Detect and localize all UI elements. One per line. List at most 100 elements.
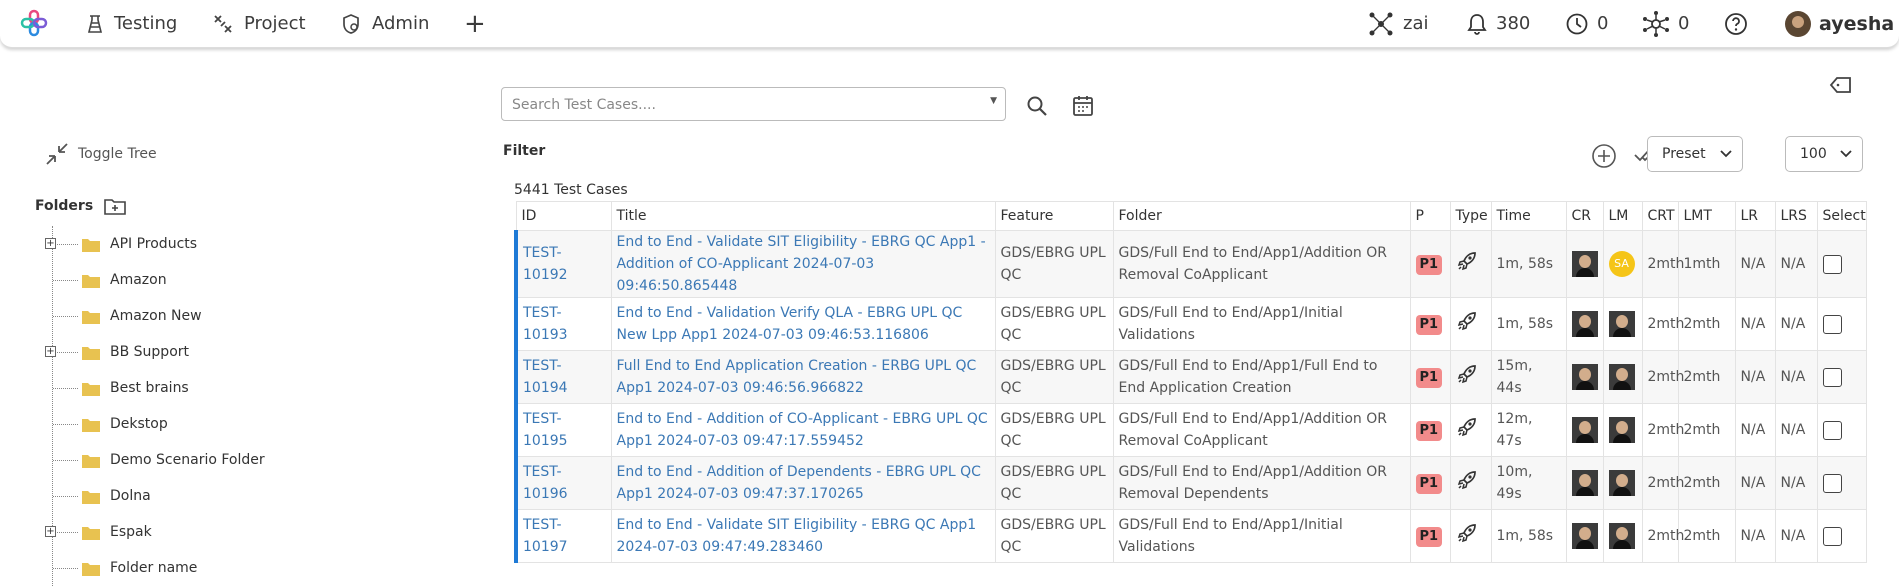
created-time-cell: 2mth [1641,403,1684,457]
test-title-link[interactable]: End to End - Addition of CO-Applicant - … [610,403,996,457]
nav-admin[interactable]: Admin [340,0,429,47]
test-title-link[interactable]: End to End - Validation Verify QLA - EBR… [610,297,996,351]
table-row[interactable]: TEST-10196 End to End - Addition of Depen… [514,456,1867,510]
table-row[interactable]: TEST-10195 End to End - Addition of CO-Ap… [514,403,1867,457]
table-row[interactable]: TEST-10194 Full End to End Application Cr… [514,350,1867,404]
type-cell [1449,403,1492,457]
test-title-link[interactable]: End to End - Validate SIT Eligibility - … [610,509,996,563]
select-checkbox[interactable] [1822,254,1842,274]
search-test-cases[interactable]: ▼ [501,87,1006,121]
folder-icon [82,275,100,288]
creator-cell [1565,509,1604,563]
test-id-link[interactable]: TEST-10195 [514,403,612,457]
column-header[interactable]: ID [515,201,612,231]
creator-cell [1565,403,1604,457]
last-modifier-avatar [1608,470,1635,496]
tag-icon[interactable] [1829,75,1853,99]
expand-icon[interactable]: + [45,526,56,537]
toggle-tree-label: Toggle Tree [78,146,157,162]
folders-title: Folders [35,198,94,214]
last-modifier-avatar [1608,311,1635,337]
search-button[interactable] [1026,95,1048,121]
creator-avatar [1571,470,1598,496]
test-title-link[interactable]: End to End - Validate SIT Eligibility - … [610,230,996,298]
folder-cell: GDS/Full End to End/App1/Addition OR Rem… [1112,230,1411,298]
type-cell [1449,456,1492,510]
folder-label: BB Support [110,344,190,360]
column-header[interactable]: Feature [994,201,1114,231]
toggle-tree-button[interactable]: Toggle Tree [44,141,157,167]
last-run-status-cell: N/A [1774,509,1818,563]
table-row[interactable]: TEST-10197 End to End - Validate SIT Elig… [514,509,1867,563]
calendar-button[interactable] [1072,94,1094,122]
zai-menu[interactable]: zai [1367,0,1428,47]
tree-connector [53,316,78,317]
feature-cell: GDS/EBRG UPL QC [994,456,1114,510]
add-test-case-button[interactable] [1591,143,1617,173]
select-checkbox[interactable] [1822,367,1842,387]
tree-connector [53,496,78,497]
test-title-link[interactable]: Full End to End Application Creation - E… [610,350,996,404]
column-header[interactable]: LR [1734,201,1776,231]
nav-project[interactable]: Project [212,0,306,47]
select-checkbox[interactable] [1822,473,1842,493]
column-header[interactable]: Select [1816,201,1867,231]
folder-cell: GDS/Full End to End/App1/Addition OR Rem… [1112,456,1411,510]
test-id-link[interactable]: TEST-10197 [514,509,612,563]
creator-cell [1565,350,1604,404]
test-case-count: 5441 Test Cases [514,182,628,198]
type-cell [1449,350,1492,404]
app-logo-icon[interactable] [20,9,48,41]
test-title-link[interactable]: End to End - Addition of Dependents - EB… [610,456,996,510]
type-cell [1449,230,1492,298]
select-checkbox[interactable] [1822,314,1842,334]
select-checkbox[interactable] [1822,526,1842,546]
column-header[interactable]: Folder [1112,201,1411,231]
page-size-select[interactable]: 100 [1785,136,1863,172]
column-header[interactable]: LRS [1774,201,1818,231]
plus-icon: + [464,8,486,39]
column-header[interactable]: Type [1449,201,1492,231]
folder-label: Amazon New [110,308,202,324]
clock-button[interactable]: 0 [1565,0,1608,47]
notifications-button[interactable]: 380 [1466,0,1530,47]
plus-circle-icon [1592,144,1616,168]
user-menu[interactable]: ayesha [1785,0,1894,47]
network-button[interactable]: 0 [1642,0,1689,47]
table-body: TEST-10192 End to End - Validate SIT Elig… [514,230,1867,563]
nav-testing[interactable]: Testing [86,0,177,47]
column-header[interactable]: CR [1565,201,1604,231]
page-size-value: 100 [1800,146,1827,162]
expand-icon[interactable]: + [45,346,56,357]
search-input[interactable] [510,94,974,116]
folder-cell: GDS/Full End to End/App1/Full End to End… [1112,350,1411,404]
modified-time-cell: 2mth [1677,509,1736,563]
column-header[interactable]: P [1409,201,1451,231]
add-nav-button[interactable]: + [464,0,486,47]
select-checkbox[interactable] [1822,420,1842,440]
user-avatar [1785,10,1811,37]
column-header[interactable]: Time [1490,201,1567,231]
preset-select[interactable]: Preset [1647,136,1743,172]
column-header[interactable]: Title [610,201,996,231]
folder-icon [82,383,100,396]
test-id-link[interactable]: TEST-10194 [514,350,612,404]
modified-time-cell: 2mth [1677,403,1736,457]
network-count: 0 [1678,13,1690,34]
add-folder-icon[interactable] [103,196,127,216]
table-row[interactable]: TEST-10192 End to End - Validate SIT Elig… [514,230,1867,298]
column-header[interactable]: LM [1602,201,1643,231]
type-cell [1449,297,1492,351]
expand-icon[interactable]: + [45,238,56,249]
column-header[interactable]: LMT [1677,201,1736,231]
column-header[interactable]: CRT [1641,201,1679,231]
feature-cell: GDS/EBRG UPL QC [994,350,1114,404]
table-row[interactable]: TEST-10193 End to End - Validation Verify… [514,297,1867,351]
filter-label[interactable]: Filter [503,143,545,159]
test-id-link[interactable]: TEST-10192 [514,230,612,298]
test-id-link[interactable]: TEST-10193 [514,297,612,351]
caret-down-icon[interactable]: ▼ [990,96,997,106]
priority-cell: P1 [1409,350,1451,404]
test-id-link[interactable]: TEST-10196 [514,456,612,510]
help-button[interactable] [1724,0,1756,47]
